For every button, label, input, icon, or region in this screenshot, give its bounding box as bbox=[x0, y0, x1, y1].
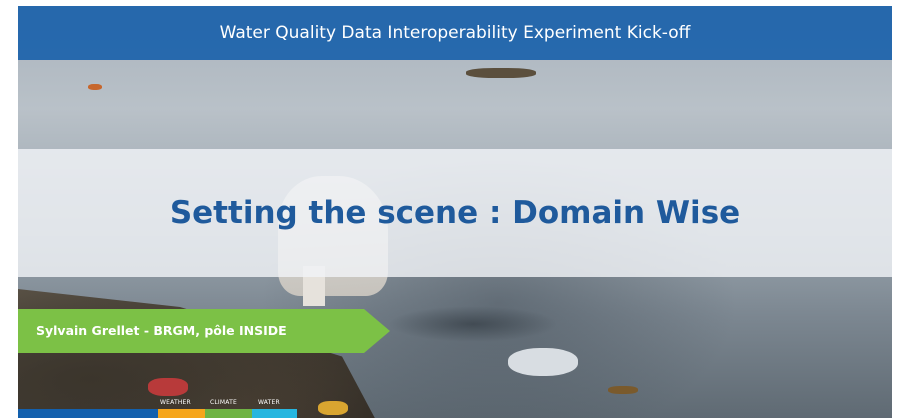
header-title: Water Quality Data Interoperability Expe… bbox=[219, 23, 691, 43]
footer-segment-water bbox=[252, 409, 297, 418]
footer-segment-climate bbox=[205, 409, 252, 418]
footer-label-climate: CLIMATE bbox=[210, 399, 237, 406]
footer-segment-blue bbox=[18, 409, 158, 418]
slide-title: Setting the scene : Domain Wise bbox=[169, 195, 741, 231]
background-plastic-bag bbox=[508, 348, 578, 376]
presenter-name: Sylvain Grellet - BRGM, pôle INSIDE bbox=[36, 323, 287, 338]
background-debris bbox=[608, 386, 638, 394]
presentation-slide: Water Quality Data Interoperability Expe… bbox=[18, 6, 892, 418]
background-debris bbox=[88, 84, 102, 90]
background-debris bbox=[148, 378, 188, 396]
footer-label-weather: WEATHER bbox=[160, 399, 191, 406]
footer-label-water: WATER bbox=[258, 399, 280, 406]
footer-color-strip bbox=[18, 409, 892, 418]
background-debris bbox=[466, 68, 536, 78]
background-ripples bbox=[388, 306, 558, 342]
footer-segment-weather bbox=[158, 409, 205, 418]
footer-labels: WEATHER CLIMATE WATER bbox=[18, 397, 892, 409]
